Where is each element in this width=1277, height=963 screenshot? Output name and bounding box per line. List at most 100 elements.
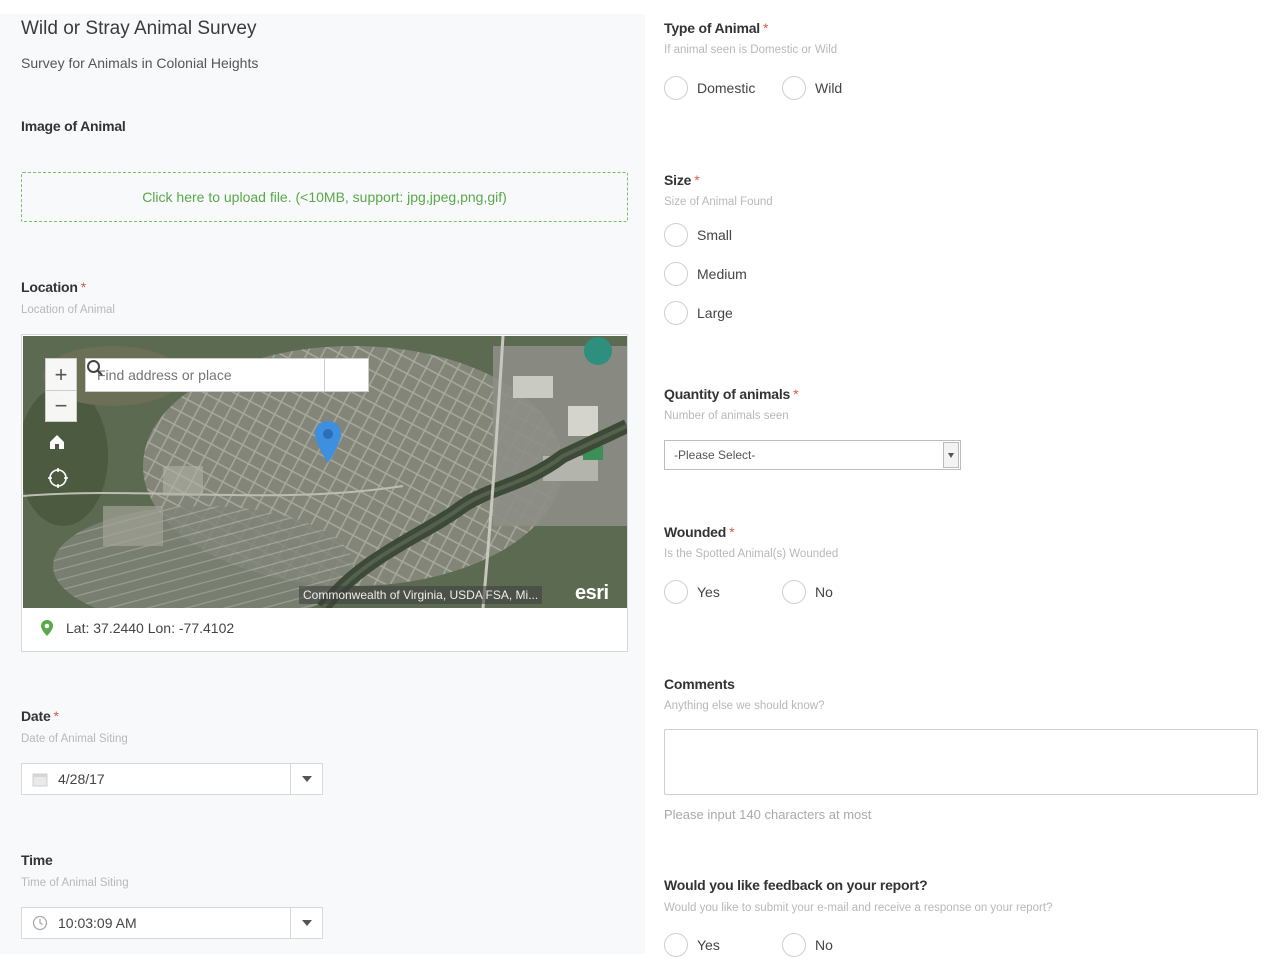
satellite-map[interactable]: + − Find address or place Commonwealth o… bbox=[23, 336, 627, 608]
locate-icon bbox=[48, 468, 68, 488]
radio-circle bbox=[664, 301, 688, 325]
required-marker: * bbox=[53, 708, 59, 724]
time-value: 10:03:09 AM bbox=[58, 915, 137, 931]
radio-label: No bbox=[815, 937, 833, 953]
radio-feedback-no[interactable]: No bbox=[782, 933, 833, 957]
radio-wounded-yes[interactable]: Yes bbox=[664, 580, 720, 604]
calendar-icon bbox=[32, 773, 48, 786]
radio-wild[interactable]: Wild bbox=[782, 76, 842, 100]
map-search-box bbox=[85, 358, 369, 392]
radio-label: Small bbox=[697, 227, 733, 243]
type-field-label: Type of Animal * bbox=[664, 20, 768, 36]
calendar-icon-wrap bbox=[22, 772, 58, 787]
radio-circle bbox=[664, 223, 688, 247]
comments-textarea[interactable] bbox=[664, 729, 1258, 795]
chevron-down-icon bbox=[948, 452, 954, 458]
date-label-text: Date bbox=[21, 708, 51, 724]
chevron-down-icon bbox=[301, 776, 312, 782]
location-label-text: Location bbox=[21, 279, 78, 295]
radio-feedback-yes[interactable]: Yes bbox=[664, 933, 720, 957]
date-field-label: Date * bbox=[21, 708, 59, 724]
zoom-control: + − bbox=[45, 358, 77, 422]
radio-circle bbox=[664, 76, 688, 100]
radio-small[interactable]: Small bbox=[664, 223, 732, 247]
date-hint: Date of Animal Siting bbox=[21, 733, 128, 745]
survey-page: Wild or Stray Animal Survey Survey for A… bbox=[0, 0, 1277, 963]
radio-circle bbox=[782, 580, 806, 604]
quantity-value: -Please Select- bbox=[674, 448, 756, 462]
required-marker: * bbox=[694, 172, 700, 188]
coordinate-readout: Lat: 37.2440 Lon: -77.4102 bbox=[40, 619, 234, 637]
search-icon bbox=[87, 360, 103, 376]
wounded-hint: Is the Spotted Animal(s) Wounded bbox=[664, 548, 839, 560]
location-map-widget: + − Find address or place Commonwealth o… bbox=[21, 334, 628, 652]
survey-title: Wild or Stray Animal Survey bbox=[21, 18, 257, 39]
radio-circle bbox=[664, 262, 688, 286]
comments-field-label: Comments bbox=[664, 676, 735, 692]
upload-text: Click here to upload file. (<10MB, suppo… bbox=[142, 189, 507, 205]
radio-circle bbox=[664, 580, 688, 604]
locate-button[interactable] bbox=[47, 467, 75, 495]
time-picker[interactable]: 10:03:09 AM bbox=[21, 907, 323, 939]
quantity-select[interactable]: -Please Select- bbox=[664, 440, 961, 470]
required-marker: * bbox=[763, 20, 769, 36]
comments-char-limit: Please input 140 characters at most bbox=[664, 807, 872, 822]
chevron-down-icon bbox=[301, 920, 312, 926]
quantity-label-text: Quantity of animals bbox=[664, 386, 791, 402]
radio-label: Yes bbox=[697, 584, 720, 600]
map-search-button[interactable] bbox=[87, 359, 368, 391]
radio-label: Domestic bbox=[697, 80, 756, 96]
radio-label: No bbox=[815, 584, 833, 600]
radio-circle bbox=[782, 933, 806, 957]
upload-dropzone[interactable]: Click here to upload file. (<10MB, suppo… bbox=[21, 172, 628, 222]
radio-domestic[interactable]: Domestic bbox=[664, 76, 755, 100]
clock-icon-wrap bbox=[22, 915, 58, 931]
quantity-hint: Number of animals seen bbox=[664, 410, 789, 422]
map-marker-icon bbox=[41, 620, 53, 636]
clock-icon bbox=[32, 915, 48, 931]
location-pin-icon[interactable] bbox=[313, 420, 343, 464]
home-icon bbox=[50, 435, 64, 449]
required-marker: * bbox=[729, 524, 735, 540]
location-hint: Location of Animal bbox=[21, 304, 115, 316]
zoom-out-button[interactable]: − bbox=[46, 390, 76, 421]
radio-label: Large bbox=[697, 305, 733, 321]
image-field-label: Image of Animal bbox=[21, 118, 126, 134]
type-label-text: Type of Animal bbox=[664, 20, 760, 36]
radio-circle bbox=[664, 933, 688, 957]
time-field-label: Time bbox=[21, 852, 53, 868]
radio-label: Medium bbox=[697, 266, 747, 282]
time-hint: Time of Animal Siting bbox=[21, 877, 129, 889]
date-value: 4/28/17 bbox=[58, 771, 105, 787]
date-dropdown-button[interactable] bbox=[290, 764, 322, 794]
radio-medium[interactable]: Medium bbox=[664, 262, 747, 286]
map-attribution: Commonwealth of Virginia, USDA FSA, Mi..… bbox=[299, 586, 543, 604]
survey-subtitle: Survey for Animals in Colonial Heights bbox=[21, 55, 259, 71]
required-marker: * bbox=[80, 279, 86, 295]
home-button[interactable] bbox=[47, 432, 75, 460]
location-field-label: Location * bbox=[21, 279, 86, 295]
size-hint: Size of Animal Found bbox=[664, 196, 773, 208]
feedback-hint: Would you like to submit your e-mail and… bbox=[664, 902, 1053, 914]
type-hint: If animal seen is Domestic or Wild bbox=[664, 44, 838, 56]
quantity-field-label: Quantity of animals * bbox=[664, 386, 799, 402]
time-dropdown-button[interactable] bbox=[290, 908, 322, 938]
radio-circle bbox=[782, 76, 806, 100]
radio-large[interactable]: Large bbox=[664, 301, 733, 325]
wounded-label-text: Wounded bbox=[664, 524, 727, 540]
map-search-input[interactable] bbox=[86, 359, 324, 391]
radio-label: Wild bbox=[815, 80, 843, 96]
zoom-in-button[interactable]: + bbox=[46, 359, 76, 390]
radio-wounded-no[interactable]: No bbox=[782, 580, 833, 604]
quantity-dropdown-arrow[interactable] bbox=[943, 442, 959, 468]
coordinate-text: Lat: 37.2440 Lon: -77.4102 bbox=[66, 620, 235, 636]
date-picker[interactable]: 4/28/17 bbox=[21, 763, 323, 795]
feedback-field-label: Would you like feedback on your report? bbox=[664, 877, 928, 893]
wounded-field-label: Wounded * bbox=[664, 524, 735, 540]
comments-hint: Anything else we should know? bbox=[664, 700, 825, 712]
required-marker: * bbox=[793, 386, 799, 402]
size-field-label: Size * bbox=[664, 172, 700, 188]
radio-label: Yes bbox=[697, 937, 720, 953]
esri-logo: esri bbox=[575, 582, 609, 604]
size-label-text: Size bbox=[664, 172, 692, 188]
